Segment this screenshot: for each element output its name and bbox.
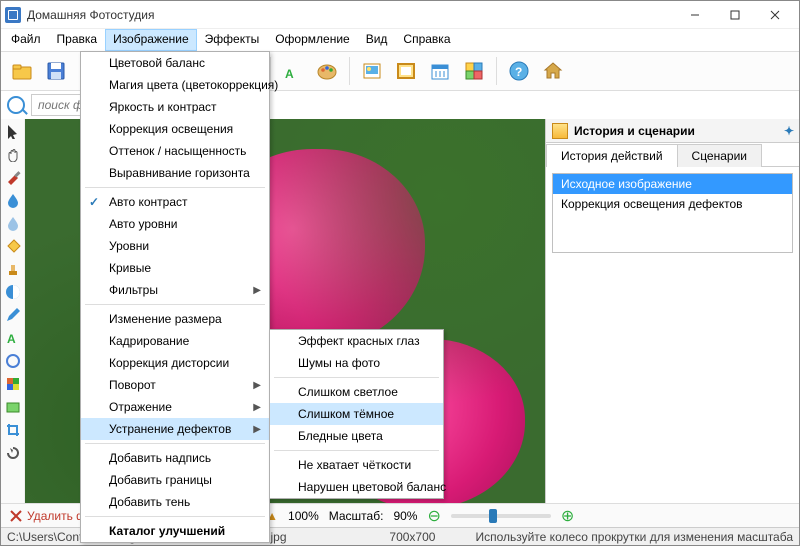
menubar: ФайлПравкаИзображениеЭффектыОформлениеВи… [1, 29, 799, 51]
tool-column: A [1, 119, 25, 505]
crop-tool-icon[interactable] [5, 422, 21, 438]
panel-tabs: История действий Сценарии [546, 143, 799, 167]
zoom-out-button[interactable]: ⊖ [427, 506, 440, 526]
panel-title: История и сценарии [574, 124, 779, 138]
fill-tool-icon[interactable] [5, 238, 21, 254]
menu-оформление[interactable]: Оформление [267, 29, 357, 51]
defects-submenu: Эффект красных глазШумы на фото Слишком с… [269, 329, 444, 499]
color-tool-icon[interactable] [5, 376, 21, 392]
collage-button[interactable] [459, 56, 489, 86]
zoom-label: Масштаб: [329, 509, 384, 523]
calendar-button[interactable] [425, 56, 455, 86]
menu-item[interactable]: Кадрирование [81, 330, 269, 352]
zoom-slider[interactable] [451, 514, 551, 518]
menu-item[interactable]: Шумы на фото [270, 352, 443, 374]
svg-text:A: A [285, 67, 294, 81]
app-icon [5, 7, 21, 23]
menu-правка[interactable]: Правка [49, 29, 106, 51]
menu-item[interactable]: Яркость и контраст [81, 96, 269, 118]
menu-item[interactable]: Слишком тёмное [270, 403, 443, 425]
sharpen-tool-icon[interactable] [5, 353, 21, 369]
minimize-button[interactable] [675, 2, 715, 28]
text-button[interactable]: A [278, 56, 308, 86]
history-list: Исходное изображениеКоррекция освещения … [552, 173, 793, 253]
menu-item[interactable]: Магия цвета (цветокоррекция) [81, 74, 269, 96]
svg-text:?: ? [515, 65, 522, 79]
menu-item[interactable]: Отражение▶ [81, 396, 269, 418]
close-button[interactable] [755, 2, 795, 28]
menu-item[interactable]: Поворот▶ [81, 374, 269, 396]
image-button[interactable] [357, 56, 387, 86]
open-button[interactable] [7, 56, 37, 86]
drop-tool-icon[interactable] [5, 192, 21, 208]
pointer-tool-icon[interactable] [5, 123, 21, 139]
menu-item[interactable]: Авто уровни [81, 213, 269, 235]
help-button[interactable]: ? [504, 56, 534, 86]
text-tool-icon[interactable]: A [5, 330, 21, 346]
menu-справка[interactable]: Справка [395, 29, 458, 51]
menu-item[interactable]: Оттенок / насыщенность [81, 140, 269, 162]
history-item[interactable]: Исходное изображение [553, 174, 792, 194]
right-panel: История и сценарии ✦ История действий Сц… [545, 119, 799, 505]
titlebar: Домашняя Фотостудия [1, 1, 799, 29]
history-icon [552, 123, 568, 139]
window-title: Домашняя Фотостудия [27, 8, 675, 22]
menu-item[interactable]: Слишком светлое [270, 381, 443, 403]
save-button[interactable] [41, 56, 71, 86]
search-icon[interactable] [7, 96, 25, 114]
zoom-in-button[interactable]: ⊕ [561, 506, 574, 526]
palette-button[interactable] [312, 56, 342, 86]
svg-text:A: A [7, 332, 16, 346]
image-dimensions: 700x700 [389, 530, 435, 544]
gradient-tool-icon[interactable] [5, 284, 21, 300]
menu-файл[interactable]: Файл [3, 29, 49, 51]
rotate-tool-icon[interactable] [5, 445, 21, 461]
menu-item[interactable]: Добавить надпись [81, 447, 269, 469]
tab-history[interactable]: История действий [546, 144, 678, 167]
zoom-value: 90% [393, 509, 417, 523]
scroll-hint: Используйте колесо прокрутки для изменен… [475, 530, 793, 544]
menu-item[interactable]: Каталог улучшений [81, 520, 269, 542]
maximize-button[interactable] [715, 2, 755, 28]
shape-tool-icon[interactable] [5, 399, 21, 415]
panel-collapse-icon[interactable]: ✦ [779, 124, 799, 138]
pencil-tool-icon[interactable] [5, 307, 21, 323]
menu-item[interactable]: Устранение дефектов▶ [81, 418, 269, 440]
image-menu: Цветовой балансМагия цвета (цветокоррекц… [80, 51, 270, 543]
home-button[interactable] [538, 56, 568, 86]
menu-item[interactable]: Коррекция освещения [81, 118, 269, 140]
menu-item[interactable]: Выравнивание горизонта [81, 162, 269, 184]
tab-scenarios[interactable]: Сценарии [677, 144, 762, 167]
menu-item[interactable]: Добавить границы [81, 469, 269, 491]
delete-icon [9, 509, 23, 523]
menu-item[interactable]: ✓Авто контраст [81, 191, 269, 213]
menu-вид[interactable]: Вид [358, 29, 396, 51]
menu-эффекты[interactable]: Эффекты [197, 29, 268, 51]
brush-tool-icon[interactable] [5, 169, 21, 185]
menu-item[interactable]: Не хватает чёткости [270, 454, 443, 476]
stamp-tool-icon[interactable] [5, 261, 21, 277]
panel-header: История и сценарии ✦ [546, 119, 799, 143]
menu-изображение[interactable]: Изображение [105, 29, 197, 51]
frame-button[interactable] [391, 56, 421, 86]
blur-tool-icon[interactable] [5, 215, 21, 231]
menu-item[interactable]: Бледные цвета [270, 425, 443, 447]
zoom-reset-label[interactable]: 100% [288, 509, 319, 523]
hand-tool-icon[interactable] [5, 146, 21, 162]
menu-item[interactable]: Цветовой баланс [81, 52, 269, 74]
menu-item[interactable]: Добавить тень [81, 491, 269, 513]
menu-item[interactable]: Изменение размера [81, 308, 269, 330]
menu-item[interactable]: Кривые [81, 257, 269, 279]
menu-item[interactable]: Коррекция дисторсии [81, 352, 269, 374]
menu-item[interactable]: Нарушен цветовой баланс [270, 476, 443, 498]
menu-item[interactable]: Фильтры▶ [81, 279, 269, 301]
history-item[interactable]: Коррекция освещения дефектов [553, 194, 792, 214]
menu-item[interactable]: Эффект красных глаз [270, 330, 443, 352]
menu-item[interactable]: Уровни [81, 235, 269, 257]
